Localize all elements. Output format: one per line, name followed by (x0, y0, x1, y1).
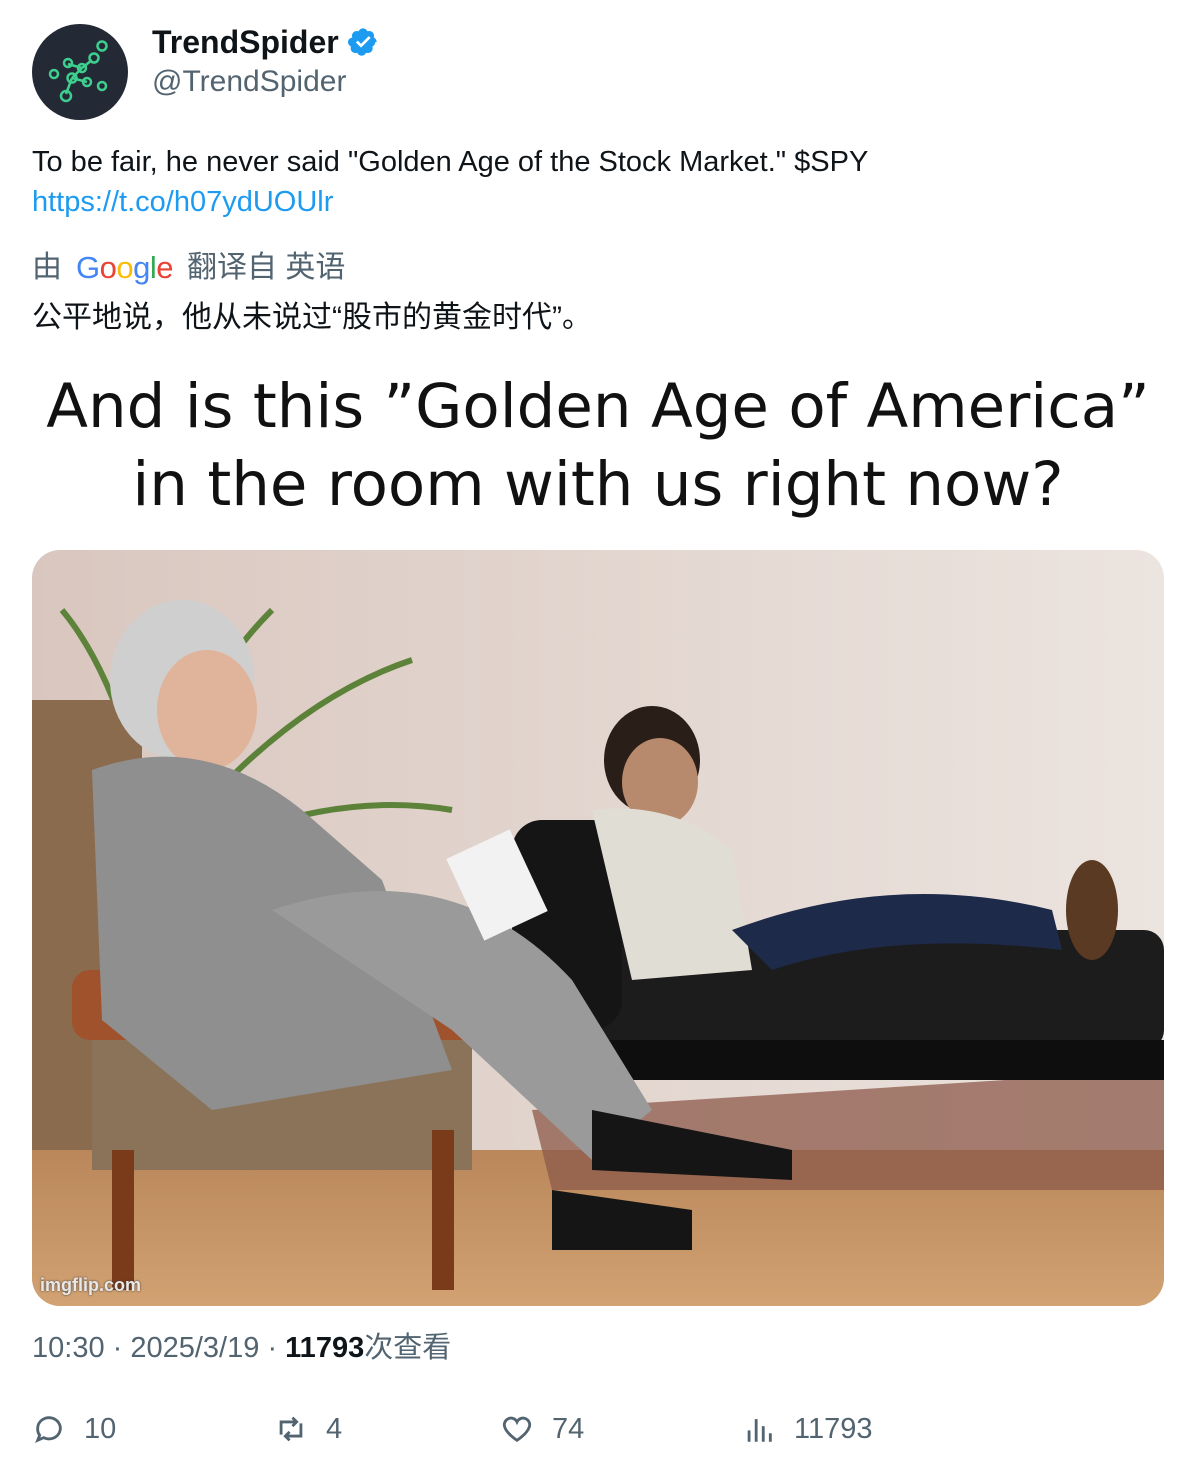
translation-source-language: 翻译自 英语 (187, 251, 346, 284)
tweet-body: To be fair, he never said "Golden Age of… (32, 146, 869, 178)
view-count-bold: 11793 (285, 1332, 365, 1364)
translation-prefix: 由 (32, 251, 62, 284)
retweet-button[interactable]: 4 (274, 1412, 342, 1446)
like-button[interactable]: 74 (500, 1412, 584, 1446)
retweet-count: 4 (326, 1412, 343, 1445)
tweet-text: To be fair, he never said "Golden Age of… (32, 142, 1152, 222)
tweet-link[interactable]: https://t.co/h07ydUOUlr (32, 182, 1152, 222)
trendspider-logo-icon (48, 40, 108, 103)
verified-badge-icon (347, 28, 377, 56)
avatar[interactable] (32, 24, 128, 120)
google-logo[interactable]: Google (76, 246, 174, 290)
like-count: 74 (552, 1412, 585, 1445)
tweet-time[interactable]: 10:30 (32, 1332, 105, 1364)
view-count: 11793 (794, 1412, 873, 1445)
author-name[interactable]: TrendSpider (152, 22, 339, 62)
retweet-icon (279, 1416, 303, 1442)
tweet-photo[interactable]: imgflip.com (32, 550, 1164, 1306)
tweet-meta: 10:30 · 2025/3/19 · 11793次查看 (32, 1332, 452, 1364)
translation-attribution: 由 Google 翻译自 英语 (32, 246, 345, 290)
author-name-row[interactable]: TrendSpider (152, 22, 379, 62)
views-button[interactable]: 11793 (742, 1412, 873, 1446)
reply-count: 10 (84, 1412, 117, 1445)
therapy-session-image (32, 550, 1164, 1306)
meme-caption: And is this ”Golden Age of America” in t… (32, 368, 1164, 524)
heart-icon (502, 1416, 532, 1443)
reply-button[interactable]: 10 (32, 1412, 116, 1446)
translated-text: 公平地说，他从未说过“股市的黄金时代”。 (32, 301, 592, 334)
analytics-icon (747, 1419, 772, 1442)
meme-caption-line-1: And is this ”Golden Age of America” (46, 371, 1150, 442)
meme-caption-line-2: in the room with us right now? (132, 449, 1064, 520)
image-watermark: imgflip.com (40, 1275, 142, 1295)
tweet-date[interactable]: 2025/3/19 (130, 1332, 259, 1364)
reply-icon (35, 1416, 62, 1444)
views-suffix: 次查看 (364, 1332, 452, 1364)
action-bar: 10 4 74 11793 (32, 1412, 1132, 1460)
author-handle[interactable]: @TrendSpider (152, 62, 346, 102)
